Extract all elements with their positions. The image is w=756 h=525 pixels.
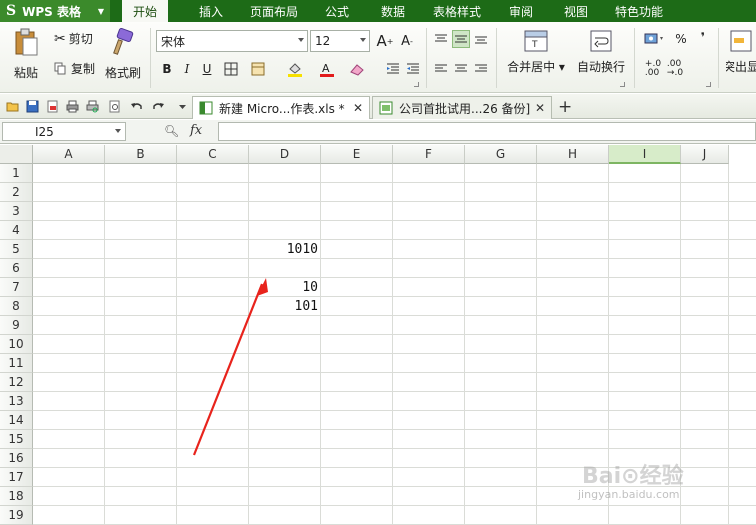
watermark-site: jingyan.baidu.com	[578, 488, 680, 501]
annotation-overlay	[192, 278, 268, 456]
watermark-logo: Bai⊙经验	[582, 464, 684, 489]
annotation-arrow	[192, 283, 264, 456]
arrow-head-icon	[257, 278, 268, 296]
